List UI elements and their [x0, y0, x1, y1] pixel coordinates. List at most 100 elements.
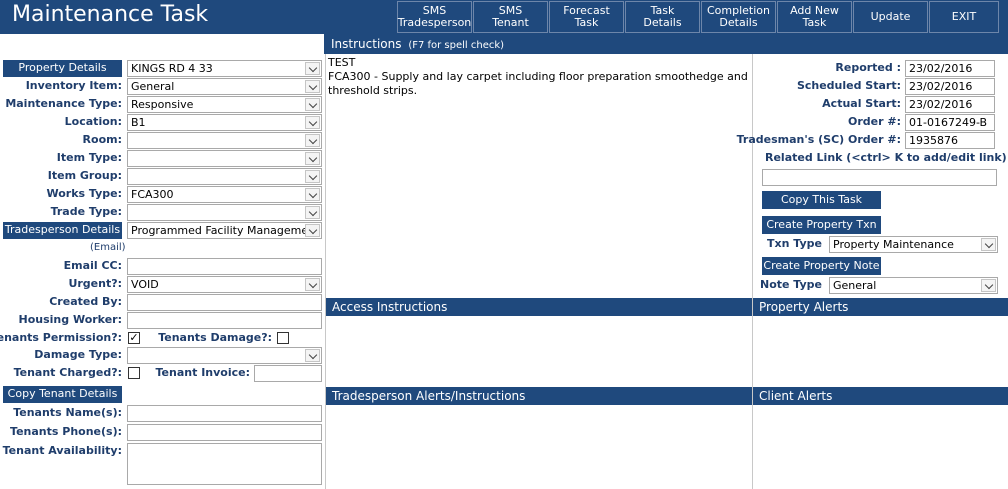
- chevron-down-icon[interactable]: [981, 279, 996, 292]
- item-group-select[interactable]: [127, 168, 322, 185]
- order-label: Order #:: [848, 115, 901, 128]
- copy-tenant-details-button[interactable]: Copy Tenant Details: [3, 386, 122, 403]
- access-instructions-header: Access Instructions: [326, 298, 752, 316]
- works-type-select[interactable]: FCA300: [127, 186, 322, 203]
- sc-order-input[interactable]: 1935876: [905, 132, 995, 149]
- note-type-label: Note Type: [759, 278, 822, 291]
- item-group-label: Item Group:: [47, 169, 122, 182]
- tenant-availability-label: Tenant Availability:: [2, 444, 122, 457]
- inventory-item-select[interactable]: General: [127, 78, 322, 95]
- task-details-button[interactable]: Task Details: [625, 1, 700, 33]
- works-type-label: Works Type:: [46, 187, 122, 200]
- property-details-button[interactable]: Property Details: [3, 60, 122, 77]
- tenant-invoice-input[interactable]: [254, 365, 322, 382]
- email-cc-input[interactable]: [127, 258, 322, 275]
- related-link-input[interactable]: [762, 169, 997, 186]
- item-type-select[interactable]: [127, 150, 322, 167]
- chevron-down-icon[interactable]: [305, 224, 320, 237]
- reported-label: Reported :: [835, 61, 901, 74]
- urgent-value: VOID: [131, 278, 159, 291]
- damage-type-select[interactable]: [127, 347, 322, 364]
- email-cc-label: Email CC:: [63, 259, 122, 272]
- tradesperson-details-button[interactable]: Tradesperson Details: [3, 222, 122, 239]
- instructions-header: Instructions (F7 for spell check): [324, 34, 1008, 54]
- property-select[interactable]: KINGS RD 4 33: [127, 60, 322, 77]
- maintenance-type-label: Maintenance Type:: [5, 97, 122, 110]
- trade-type-label: Trade Type:: [50, 205, 122, 218]
- client-alerts-header: Client Alerts: [753, 387, 1008, 405]
- exit-button[interactable]: EXIT: [929, 1, 999, 33]
- completion-details-button[interactable]: Completion Details: [701, 1, 776, 33]
- room-select[interactable]: [127, 132, 322, 149]
- chevron-down-icon[interactable]: [305, 116, 320, 129]
- chevron-down-icon[interactable]: [305, 80, 320, 93]
- tenants-names-label: Tenants Name(s):: [13, 406, 122, 419]
- created-by-label: Created By:: [49, 295, 122, 308]
- email-label: (Email): [90, 242, 126, 253]
- tenants-phone-input[interactable]: [127, 424, 322, 441]
- chevron-down-icon[interactable]: [305, 206, 320, 219]
- inventory-item-value: General: [131, 80, 175, 93]
- room-label: Room:: [82, 133, 122, 146]
- related-link-label: Related Link (<ctrl> K to add/edit link): [765, 151, 1007, 164]
- tradesperson-alerts-header: Tradesperson Alerts/Instructions: [326, 387, 752, 405]
- housing-worker-input[interactable]: [127, 312, 322, 329]
- chevron-down-icon[interactable]: [305, 98, 320, 111]
- maintenance-type-select[interactable]: Responsive: [127, 96, 322, 113]
- tenant-availability-textarea[interactable]: [127, 443, 322, 485]
- item-type-label: Item Type:: [56, 151, 122, 164]
- txn-type-value: Property Maintenance: [833, 238, 954, 251]
- tenants-permission-checkbox[interactable]: ✓: [128, 332, 140, 344]
- tradesperson-select[interactable]: Programmed Facility Management: [127, 222, 322, 239]
- note-type-value: General: [833, 279, 877, 292]
- tradesperson-value: Programmed Facility Management: [131, 224, 320, 237]
- property-alerts-header: Property Alerts: [753, 298, 1008, 316]
- tenant-charged-checkbox[interactable]: [128, 367, 140, 379]
- tenants-damage-checkbox[interactable]: [277, 332, 289, 344]
- divider-right: [752, 54, 753, 489]
- sc-order-label: Tradesman's (SC) Order #:: [736, 133, 901, 146]
- chevron-down-icon[interactable]: [305, 349, 320, 362]
- actual-start-input[interactable]: 23/02/2016: [905, 96, 995, 113]
- chevron-down-icon[interactable]: [305, 134, 320, 147]
- inventory-item-label: Inventory Item:: [25, 79, 122, 92]
- chevron-down-icon[interactable]: [305, 62, 320, 75]
- txn-type-select[interactable]: Property Maintenance: [829, 236, 998, 253]
- actual-start-label: Actual Start:: [822, 97, 901, 110]
- location-select[interactable]: B1: [127, 114, 322, 131]
- trade-type-select[interactable]: [127, 204, 322, 221]
- title-bar: Maintenance Task SMS Tradesperson SMS Te…: [0, 0, 1008, 34]
- urgent-select[interactable]: VOID: [127, 276, 322, 293]
- tenants-damage-label: Tenants Damage?:: [158, 331, 272, 344]
- instructions-hint: (F7 for spell check): [408, 40, 505, 51]
- chevron-down-icon[interactable]: [305, 170, 320, 183]
- urgent-label: Urgent?:: [68, 277, 122, 290]
- create-property-note-button[interactable]: Create Property Note: [762, 257, 881, 275]
- chevron-down-icon[interactable]: [305, 188, 320, 201]
- create-property-txn-button[interactable]: Create Property Txn: [762, 216, 881, 234]
- location-label: Location:: [64, 115, 122, 128]
- sms-tenant-button[interactable]: SMS Tenant: [473, 1, 548, 33]
- chevron-down-icon[interactable]: [305, 278, 320, 291]
- tenants-permission-label: Tenants Permission?:: [0, 331, 122, 344]
- tenant-invoice-label: Tenant Invoice:: [155, 366, 250, 379]
- damage-type-label: Damage Type:: [34, 348, 122, 361]
- chevron-down-icon[interactable]: [305, 152, 320, 165]
- tenants-phone-label: Tenants Phone(s):: [10, 425, 122, 438]
- reported-input[interactable]: 23/02/2016: [905, 60, 995, 77]
- tenants-names-input[interactable]: [127, 405, 322, 422]
- update-button[interactable]: Update: [853, 1, 928, 33]
- instructions-text[interactable]: TEST FCA300 - Supply and lay carpet incl…: [328, 56, 748, 98]
- note-type-select[interactable]: General: [829, 277, 998, 294]
- app-title: Maintenance Task: [12, 2, 209, 27]
- property-value: KINGS RD 4 33: [131, 62, 213, 75]
- order-input[interactable]: 01-0167249-B: [905, 114, 995, 131]
- scheduled-start-label: Scheduled Start:: [796, 79, 901, 92]
- sms-tradesperson-button[interactable]: SMS Tradesperson: [397, 1, 472, 33]
- add-new-task-button[interactable]: Add New Task: [777, 1, 852, 33]
- chevron-down-icon[interactable]: [981, 238, 996, 251]
- copy-task-button[interactable]: Copy This Task: [762, 191, 881, 209]
- forecast-task-button[interactable]: Forecast Task: [549, 1, 624, 33]
- created-by-input[interactable]: [127, 294, 322, 311]
- scheduled-start-input[interactable]: 23/02/2016: [905, 78, 995, 95]
